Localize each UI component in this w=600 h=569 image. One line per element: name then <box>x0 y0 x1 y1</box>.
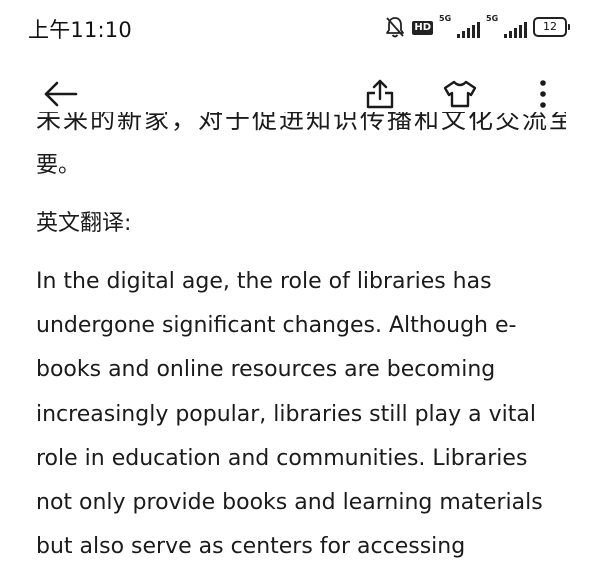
share-button[interactable] <box>360 74 400 114</box>
english-heading: 英文翻译: <box>36 211 132 236</box>
signal-bars-icon <box>504 22 527 38</box>
text-line: role in education and communities. Libra… <box>36 445 528 471</box>
signal-bars-icon <box>457 22 480 38</box>
english-translation: In the digital age, the role of librarie… <box>36 260 566 569</box>
text-line: but also serve as centers for accessing <box>36 534 466 560</box>
alarm-off-icon <box>386 17 405 38</box>
cut-off-line: 未来的新家，对于促进知识传播和文化交流至关重 <box>36 112 566 148</box>
signal-5g-2-label: 5G <box>486 14 499 23</box>
signal-5g-2: 5G <box>486 14 527 38</box>
battery-level: 12 <box>533 17 567 37</box>
theme-button[interactable] <box>440 74 480 114</box>
arrow-left-icon <box>44 81 78 107</box>
battery-icon: 12 <box>533 17 570 37</box>
text-line: not only provide books and learning mate… <box>36 489 543 515</box>
back-button[interactable] <box>40 74 80 114</box>
more-options-button[interactable] <box>523 74 563 114</box>
status-icons: HD 5G 5G 12 <box>384 14 570 39</box>
t-shirt-icon <box>443 80 477 108</box>
text-line: increasingly popular, libraries still pl… <box>36 401 536 427</box>
paragraph-end: 要。 <box>36 153 81 178</box>
signal-5g-1: 5G <box>439 14 480 38</box>
status-time: 上午11:10 <box>28 18 132 42</box>
hd-badge: HD <box>412 20 433 35</box>
article-content: 未来的新家，对于促进知识传播和文化交流至关重 要。 英文翻译: In the d… <box>36 112 566 569</box>
cut-off-text: 未来的新家，对于促进知识传播和文化交流至关重 <box>36 112 566 134</box>
status-bar: 上午11:10 HD 5G 5G 12 <box>0 0 600 56</box>
text-line: undergone significant changes. Although … <box>36 313 517 339</box>
share-upload-icon <box>366 79 394 109</box>
text-line: books and online resources are becoming <box>36 357 496 383</box>
more-vertical-icon <box>540 80 546 108</box>
text-line: In the digital age, the role of librarie… <box>36 269 492 294</box>
signal-5g-1-label: 5G <box>439 14 452 23</box>
